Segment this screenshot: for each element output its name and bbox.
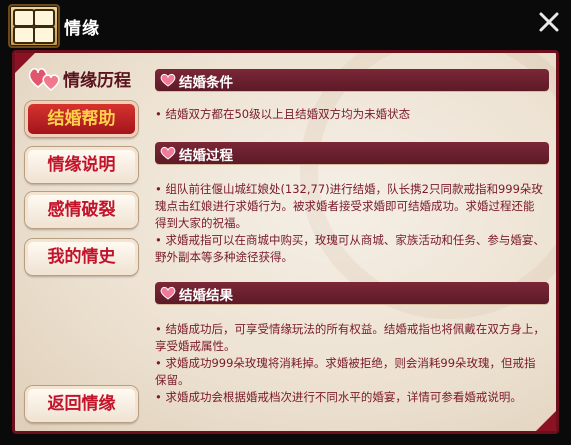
section-header-conditions: 结婚条件	[155, 69, 549, 91]
heart-icon	[160, 286, 176, 300]
section-line: • 组队前往偃山城红娘处(132,77)进行结婚，队长携2只同款戒指和999朵玫…	[155, 182, 543, 230]
heart-icon	[160, 146, 176, 160]
sidebar-heading-text: 情缘历程	[63, 71, 131, 91]
sidebar-item-romance-explanation[interactable]: 情缘说明	[25, 147, 138, 183]
panel-corner-ornament	[533, 408, 556, 431]
section-header-process: 结婚过程	[155, 142, 549, 164]
section-line: • 结婚成功后，可享受情缘玩法的所有权益。结婚戒指也将佩戴在双方身上，享受婚戒属…	[155, 322, 545, 353]
sidebar-item-my-history[interactable]: 我的情史	[25, 239, 138, 275]
sidebar-item-marriage-help[interactable]: 结婚帮助	[25, 101, 138, 137]
marriage-help-panel: 情缘历程 结婚帮助 情缘说明 感情破裂 我的情史 返回情缘 结婚条件 • 结婚双…	[12, 50, 559, 434]
section-title: 结婚结果	[179, 288, 233, 304]
sidebar-item-label: 情缘说明	[47, 155, 116, 175]
section-header-result: 结婚结果	[155, 282, 549, 304]
section-body-process: • 组队前往偃山城红娘处(132,77)进行结婚，队长携2只同款戒指和999朵玫…	[155, 181, 545, 266]
sidebar-item-label: 我的情史	[47, 247, 116, 267]
window-title: 情缘	[64, 19, 100, 39]
double-heart-icon	[28, 68, 60, 91]
game-logo-icon	[8, 4, 60, 48]
sidebar-heading: 情缘历程	[27, 65, 149, 91]
sidebar-item-label: 结婚帮助	[47, 109, 116, 129]
close-x-icon[interactable]	[537, 10, 561, 34]
sidebar-item-relationship-breakup[interactable]: 感情破裂	[25, 192, 138, 228]
window-title-bar: 情缘	[0, 0, 571, 50]
section-title: 结婚条件	[179, 75, 233, 91]
section-line: • 结婚双方都在50级以上且结婚双方均为未婚状态	[155, 107, 411, 121]
section-line: • 求婚戒指可以在商城中购买，玫瑰可从商城、家族活动和任务、参与婚宴、野外副本等…	[155, 233, 545, 264]
back-button-label: 返回情缘	[47, 394, 116, 414]
section-title: 结婚过程	[179, 148, 233, 164]
heart-icon	[160, 73, 176, 87]
section-line: • 求婚成功会根据婚戒档次进行不同水平的婚宴，详情可参看婚戒说明。	[155, 390, 522, 404]
section-body-conditions: • 结婚双方都在50级以上且结婚双方均为未婚状态	[155, 106, 545, 123]
section-body-result: • 结婚成功后，可享受情缘玩法的所有权益。结婚戒指也将佩戴在双方身上，享受婚戒属…	[155, 321, 545, 406]
back-to-romance-button[interactable]: 返回情缘	[25, 386, 138, 422]
sidebar-item-label: 感情破裂	[47, 200, 116, 220]
section-line: • 求婚成功999朵玫瑰将消耗掉。求婚被拒绝，则会消耗99朵玫瑰，但戒指保留。	[155, 356, 536, 387]
